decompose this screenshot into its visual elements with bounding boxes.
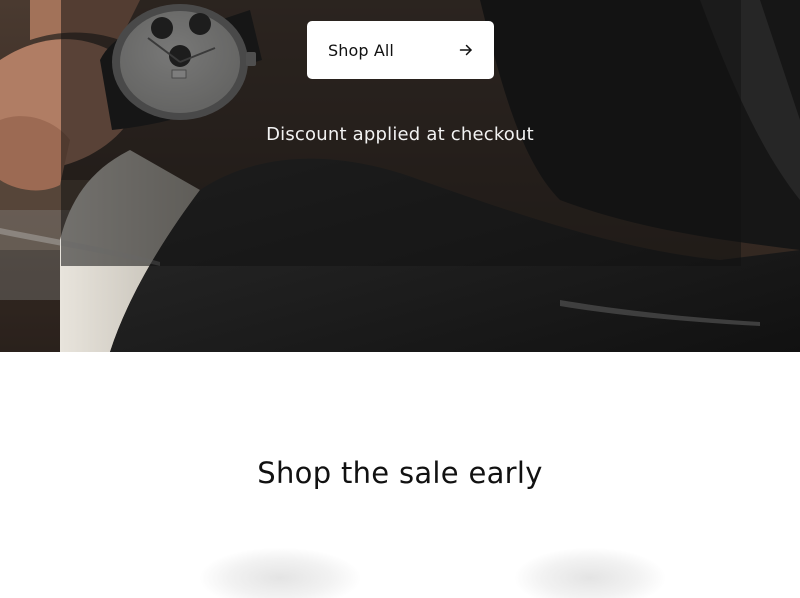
shop-all-button[interactable]: Shop All: [307, 21, 494, 79]
product-card-image[interactable]: [515, 548, 665, 598]
sale-section: Shop the sale early: [0, 352, 800, 598]
product-card-image[interactable]: [200, 548, 360, 598]
page: Shop All Discount applied at checkout Sh…: [0, 0, 800, 598]
shop-all-label: Shop All: [328, 40, 394, 60]
hero-banner: Shop All Discount applied at checkout: [0, 0, 800, 352]
sale-heading: Shop the sale early: [257, 456, 543, 490]
discount-note: Discount applied at checkout: [266, 124, 534, 145]
arrow-right-icon: [459, 44, 472, 56]
